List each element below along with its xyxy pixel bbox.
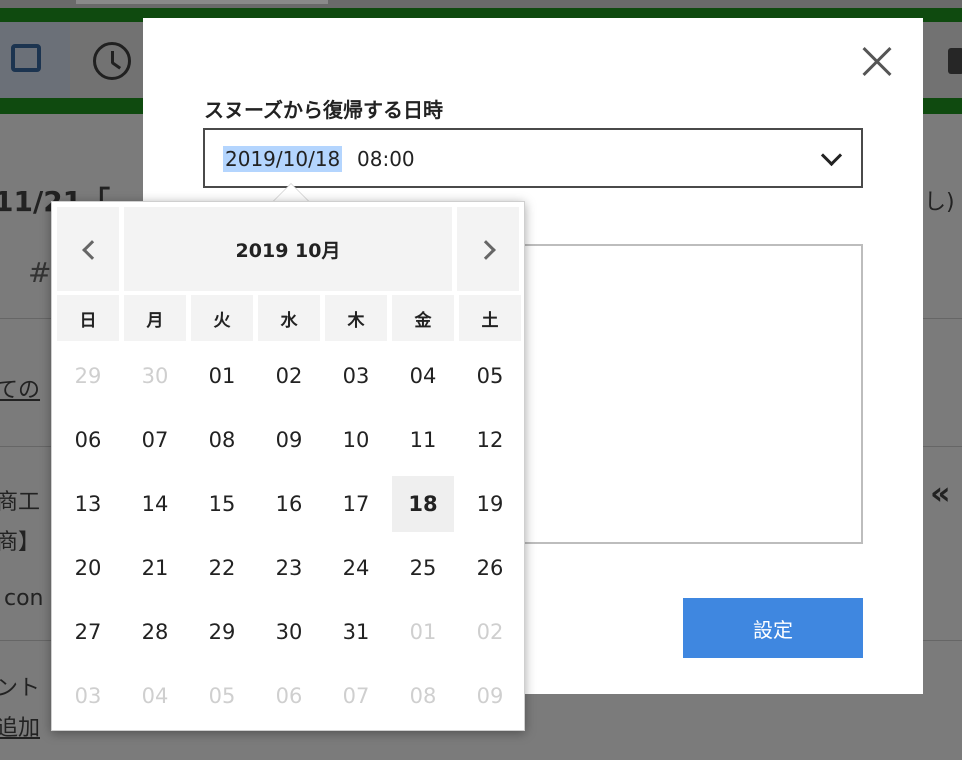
calendar-day-other-month[interactable]: 01: [392, 604, 454, 660]
next-month-button[interactable]: [457, 207, 519, 291]
weekday-header: 土: [459, 295, 521, 341]
calendar-month-title: 2019 10月: [124, 207, 452, 291]
calendar-day[interactable]: 01: [191, 348, 253, 404]
calendar-day[interactable]: 28: [124, 604, 186, 660]
calendar-day[interactable]: 11: [392, 412, 454, 468]
calendar-day[interactable]: 31: [325, 604, 387, 660]
chevron-left-icon: [82, 240, 102, 260]
calendar-day-other-month[interactable]: 02: [459, 604, 521, 660]
snooze-datetime-label: スヌーズから復帰する日時: [204, 98, 443, 122]
calendar-day[interactable]: 05: [459, 348, 521, 404]
calendar-day-other-month[interactable]: 06: [258, 668, 320, 724]
calendar-day[interactable]: 08: [191, 412, 253, 468]
calendar-day[interactable]: 04: [392, 348, 454, 404]
calendar-day[interactable]: 07: [124, 412, 186, 468]
calendar-day[interactable]: 27: [57, 604, 119, 660]
calendar-day[interactable]: 17: [325, 476, 387, 532]
clock-icon: [93, 42, 131, 80]
set-button[interactable]: 設定: [683, 598, 863, 658]
calendar-day-other-month[interactable]: 29: [57, 348, 119, 404]
bg-row-text: 商工: [0, 490, 41, 515]
calendar-day-other-month[interactable]: 08: [392, 668, 454, 724]
archive-icon: [948, 48, 962, 74]
prev-month-button[interactable]: [57, 207, 119, 291]
calendar-day-other-month[interactable]: 09: [459, 668, 521, 724]
calendar-day-other-month[interactable]: 04: [124, 668, 186, 724]
bg-heading-right: し): [924, 190, 955, 215]
calendar-day[interactable]: 10: [325, 412, 387, 468]
inbox-tab: [0, 22, 70, 98]
chevron-right-icon: [476, 240, 496, 260]
weekday-header: 金: [392, 295, 454, 341]
close-icon[interactable]: [861, 46, 893, 78]
calendar-day[interactable]: 02: [258, 348, 320, 404]
calendar-day-selected[interactable]: 18: [392, 476, 454, 532]
calendar-day[interactable]: 24: [325, 540, 387, 596]
calendar-day[interactable]: 19: [459, 476, 521, 532]
browser-strip: [0, 0, 962, 8]
weekday-header: 火: [191, 295, 253, 341]
calendar-day[interactable]: 29: [191, 604, 253, 660]
bg-link: ての: [0, 378, 41, 403]
calendar-day[interactable]: 30: [258, 604, 320, 660]
calendar-day[interactable]: 22: [191, 540, 253, 596]
inbox-icon: [11, 44, 41, 72]
calendar-day-other-month[interactable]: 05: [191, 668, 253, 724]
calendar-day[interactable]: 14: [124, 476, 186, 532]
weekday-header: 水: [258, 295, 320, 341]
calendar-day[interactable]: 06: [57, 412, 119, 468]
calendar-day[interactable]: 26: [459, 540, 521, 596]
bg-row-text: 商】: [0, 530, 41, 555]
bg-row-text: con: [4, 586, 44, 611]
calendar-popup: 2019 10月 日月火水木金土 29 30 01 02 03 04 05 06 07 08 09 10…: [51, 201, 525, 731]
calendar-day[interactable]: 15: [191, 476, 253, 532]
calendar-day-other-month[interactable]: 03: [57, 668, 119, 724]
calendar-day[interactable]: 20: [57, 540, 119, 596]
calendar-day[interactable]: 21: [124, 540, 186, 596]
bg-row-text: ント: [0, 676, 41, 701]
calendar-day[interactable]: 09: [258, 412, 320, 468]
calendar-day[interactable]: 23: [258, 540, 320, 596]
calendar-pointer: [272, 183, 310, 202]
bg-arrows: «: [930, 474, 951, 512]
bg-hash: #: [28, 256, 52, 289]
time-value[interactable]: 08:00: [357, 146, 415, 172]
weekday-header: 日: [57, 295, 119, 341]
memo-textarea[interactable]: [513, 244, 863, 544]
chevron-down-icon[interactable]: [820, 144, 843, 167]
calendar-day[interactable]: 16: [258, 476, 320, 532]
calendar-day[interactable]: 13: [57, 476, 119, 532]
bg-row-text: 追加: [0, 716, 41, 741]
url-bar: [76, 0, 328, 4]
calendar-day[interactable]: 03: [325, 348, 387, 404]
calendar-day[interactable]: 12: [459, 412, 521, 468]
calendar-day[interactable]: 25: [392, 540, 454, 596]
calendar-day-other-month[interactable]: 07: [325, 668, 387, 724]
weekday-header: 木: [325, 295, 387, 341]
datetime-picker-input[interactable]: 2019/10/18 08:00: [203, 128, 863, 188]
date-value[interactable]: 2019/10/18: [223, 146, 343, 172]
weekday-header: 月: [124, 295, 186, 341]
calendar-day-other-month[interactable]: 30: [124, 348, 186, 404]
